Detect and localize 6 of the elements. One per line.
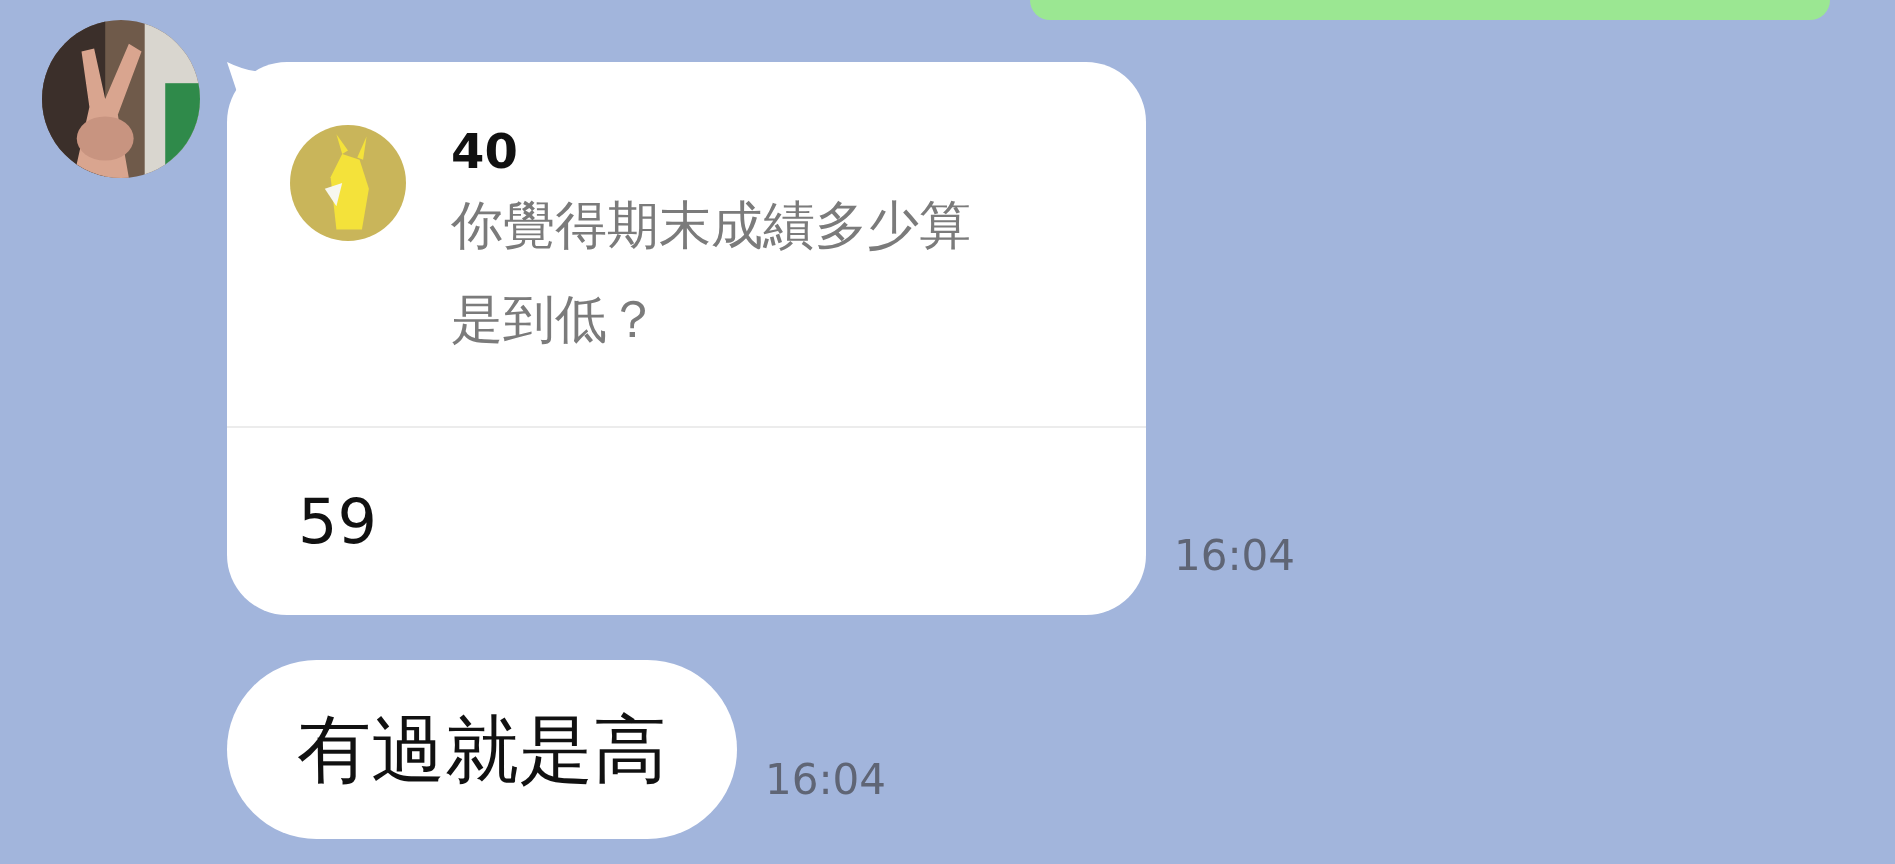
message-time: 16:04 (765, 754, 887, 806)
message-time: 16:04 (1174, 530, 1296, 582)
sender-name: 40 (451, 125, 519, 178)
message-text: 59 (298, 484, 377, 560)
message-bubble: 有過就是高 (227, 660, 737, 839)
quoted-message: 你覺得期末成績多少算是到低？ (451, 193, 972, 351)
